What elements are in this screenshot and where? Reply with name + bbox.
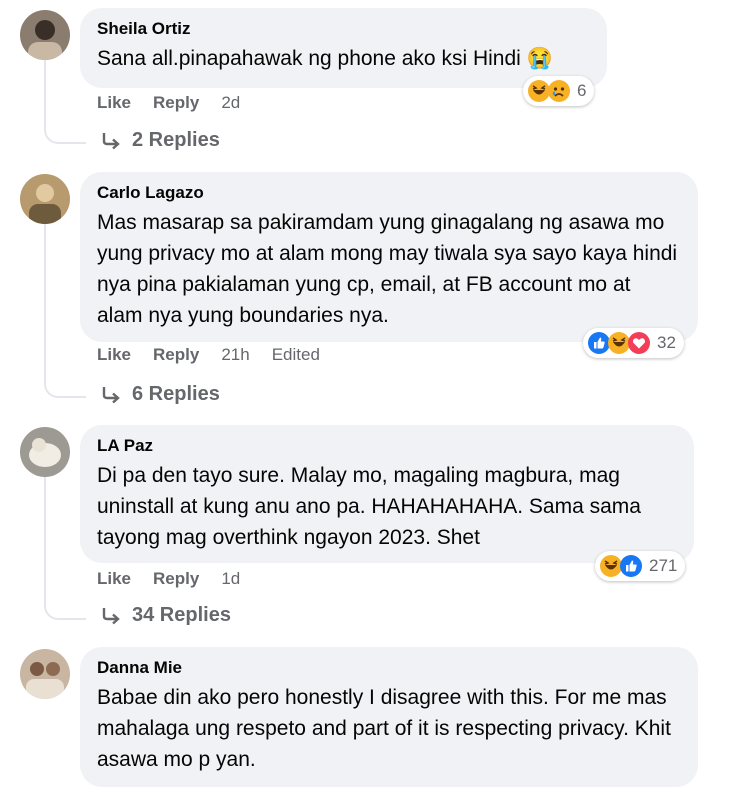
comment-timestamp[interactable]: 1d <box>221 569 240 589</box>
comment-actions: Like Reply 21h Edited <box>97 345 342 365</box>
love-reaction-icon <box>628 332 650 354</box>
comment-author[interactable]: Sheila Ortiz <box>97 18 590 40</box>
like-button[interactable]: Like <box>97 569 131 589</box>
reaction-count: 6 <box>577 81 587 100</box>
view-replies-button[interactable]: 6 Replies <box>100 383 220 406</box>
reaction-count: 32 <box>657 333 676 352</box>
replies-label: 34 Replies <box>132 604 231 626</box>
thread-line <box>44 60 46 128</box>
comment-author[interactable]: Danna Mie <box>97 657 681 679</box>
comment-actions: Like Reply 1d <box>97 569 262 589</box>
comment-text: Babae din ako pero honestly I disagree w… <box>97 686 671 771</box>
view-replies-button[interactable]: 2 Replies <box>100 129 220 152</box>
avatar[interactable] <box>20 10 70 60</box>
avatar[interactable] <box>20 427 70 477</box>
reaction-count: 271 <box>649 556 678 575</box>
like-reaction-icon <box>620 555 642 577</box>
comment-bubble: Carlo Lagazo Mas masarap sa pakiramdam y… <box>80 172 698 342</box>
reply-arrow-icon <box>102 132 120 149</box>
comment-bubble: Sheila Ortiz Sana all.pinapahawak ng pho… <box>80 8 607 88</box>
avatar[interactable] <box>20 649 70 699</box>
comment-author[interactable]: Carlo Lagazo <box>97 182 681 204</box>
reply-arrow-icon <box>102 607 120 624</box>
reaction-summary[interactable]: 271 <box>595 551 686 581</box>
view-replies-button[interactable]: 34 Replies <box>100 604 231 627</box>
like-button[interactable]: Like <box>97 345 131 365</box>
reaction-summary[interactable]: 6 <box>523 76 595 106</box>
comment-timestamp[interactable]: 2d <box>221 93 240 113</box>
comment-text: Mas masarap sa pakiramdam yung ginagalan… <box>97 211 678 327</box>
comment-timestamp[interactable]: 21h <box>221 345 249 365</box>
comment-author[interactable]: LA Paz <box>97 435 677 457</box>
reply-arrow-icon <box>102 386 120 403</box>
comment-actions: Like Reply 2d <box>97 93 262 113</box>
like-button[interactable]: Like <box>97 93 131 113</box>
thread-connector <box>44 120 86 144</box>
comment-bubble: Danna Mie Babae din ako pero honestly I … <box>80 647 698 787</box>
thread-line <box>44 475 46 603</box>
replies-label: 6 Replies <box>132 383 220 405</box>
comment-text: Di pa den tayo sure. Malay mo, magaling … <box>97 464 641 549</box>
reply-button[interactable]: Reply <box>153 93 199 113</box>
reply-button[interactable]: Reply <box>153 569 199 589</box>
comment-bubble: LA Paz Di pa den tayo sure. Malay mo, ma… <box>80 425 694 563</box>
reply-button[interactable]: Reply <box>153 345 199 365</box>
thread-connector <box>44 374 86 398</box>
sad-reaction-icon <box>548 80 570 102</box>
thread-line <box>44 222 46 382</box>
thread-connector <box>44 596 86 620</box>
avatar[interactable] <box>20 174 70 224</box>
edited-label[interactable]: Edited <box>272 345 320 365</box>
reaction-summary[interactable]: 32 <box>583 328 684 358</box>
comment-text: Sana all.pinapahawak ng phone ako ksi Hi… <box>97 47 553 70</box>
replies-label: 2 Replies <box>132 129 220 151</box>
